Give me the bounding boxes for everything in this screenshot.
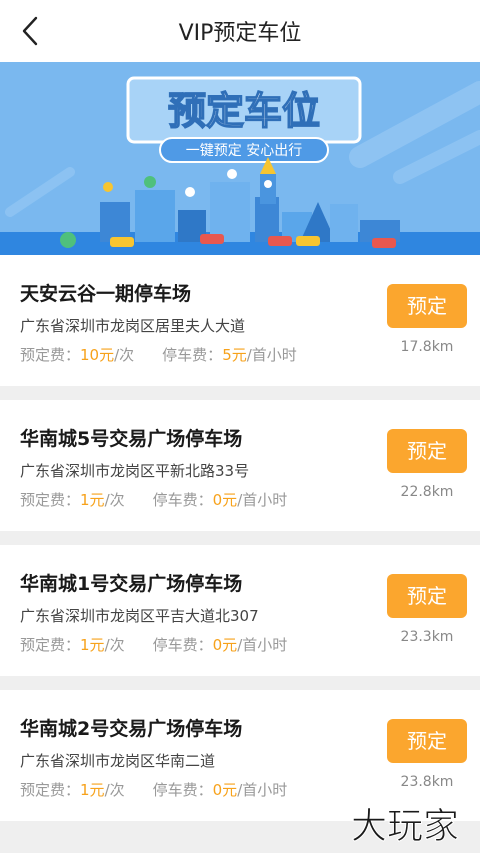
parking-fee-unit: /首小时 [237, 491, 288, 509]
banner-headline: 预定车位 [168, 89, 320, 133]
parking-address: 广东省深圳市龙岗区平新北路33号 [20, 462, 250, 480]
parking-list: 天安云谷一期停车场 广东省深圳市龙岗区居里夫人大道 预定费：10元/次 停车费：5… [0, 255, 480, 821]
parking-card[interactable]: 华南城5号交易广场停车场 广东省深圳市龙岗区平新北路33号 预定费：1元/次 停车… [0, 400, 480, 531]
booking-fee-unit: /次 [104, 491, 125, 509]
booking-fee-label: 预定费： [20, 636, 81, 654]
fee-line: 预定费：1元/次 停车费：0元/首小时 [20, 489, 287, 510]
parking-card[interactable]: 天安云谷一期停车场 广东省深圳市龙岗区居里夫人大道 预定费：10元/次 停车费：5… [0, 255, 480, 386]
app-header: VIP预定车位 [0, 0, 480, 62]
fee-line: 预定费：10元/次 停车费：5元/首小时 [20, 344, 297, 365]
distance: 17.8km [400, 339, 454, 355]
parking-fee-unit: /首小时 [237, 636, 288, 654]
reserve-button[interactable]: 预定 [387, 574, 467, 618]
parking-fee-label: 停车费： [152, 781, 213, 799]
parking-name: 华南城2号交易广场停车场 [20, 718, 243, 740]
booking-fee-unit: /次 [104, 636, 125, 654]
parking-card[interactable]: 华南城1号交易广场停车场 广东省深圳市龙岗区平吉大道北307 预定费：1元/次 停… [0, 545, 480, 676]
distance: 22.8km [400, 484, 454, 500]
fee-line: 预定费：1元/次 停车费：0元/首小时 [20, 634, 287, 655]
booking-fee-value: 1元 [80, 781, 105, 799]
booking-fee-label: 预定费： [20, 491, 81, 509]
parking-address: 广东省深圳市龙岗区居里夫人大道 [20, 317, 246, 335]
parking-name: 天安云谷一期停车场 [20, 283, 192, 305]
promo-banner: 预定车位 一键预定 安心出行 [0, 62, 480, 255]
banner-illustration: 预定车位 一键预定 安心出行 [0, 62, 480, 255]
parking-fee-value: 0元 [212, 781, 238, 799]
booking-fee-unit: /次 [114, 346, 135, 364]
distance: 23.8km [400, 774, 454, 790]
watermark-text: 大玩家 [351, 806, 459, 847]
reserve-button[interactable]: 预定 [387, 719, 467, 763]
banner-tagline: 一键预定 安心出行 [186, 143, 302, 159]
parking-fee-unit: /首小时 [246, 346, 297, 364]
parking-fee-label: 停车费： [152, 491, 213, 509]
parking-name: 华南城5号交易广场停车场 [20, 428, 243, 450]
parking-fee-label: 停车费： [162, 346, 223, 364]
booking-fee-label: 预定费： [20, 781, 81, 799]
distance: 23.3km [400, 629, 454, 645]
parking-address: 广东省深圳市龙岗区华南二道 [20, 752, 216, 770]
booking-fee-value: 1元 [80, 491, 105, 509]
booking-fee-unit: /次 [104, 781, 125, 799]
parking-fee-value: 0元 [212, 491, 238, 509]
parking-name: 华南城1号交易广场停车场 [20, 573, 243, 595]
booking-fee-value: 10元 [80, 346, 115, 364]
page-title: VIP预定车位 [178, 21, 302, 46]
parking-fee-unit: /首小时 [237, 781, 288, 799]
fee-line: 预定费：1元/次 停车费：0元/首小时 [20, 779, 287, 800]
parking-fee-value: 5元 [222, 346, 247, 364]
parking-fee-label: 停车费： [152, 636, 213, 654]
booking-fee-label: 预定费： [20, 346, 81, 364]
reserve-button[interactable]: 预定 [387, 429, 467, 473]
parking-fee-value: 0元 [212, 636, 238, 654]
watermark-logo: 大玩家 [350, 806, 459, 848]
reserve-button[interactable]: 预定 [387, 284, 467, 328]
parking-address: 广东省深圳市龙岗区平吉大道北307 [20, 607, 259, 625]
booking-fee-value: 1元 [80, 636, 105, 654]
